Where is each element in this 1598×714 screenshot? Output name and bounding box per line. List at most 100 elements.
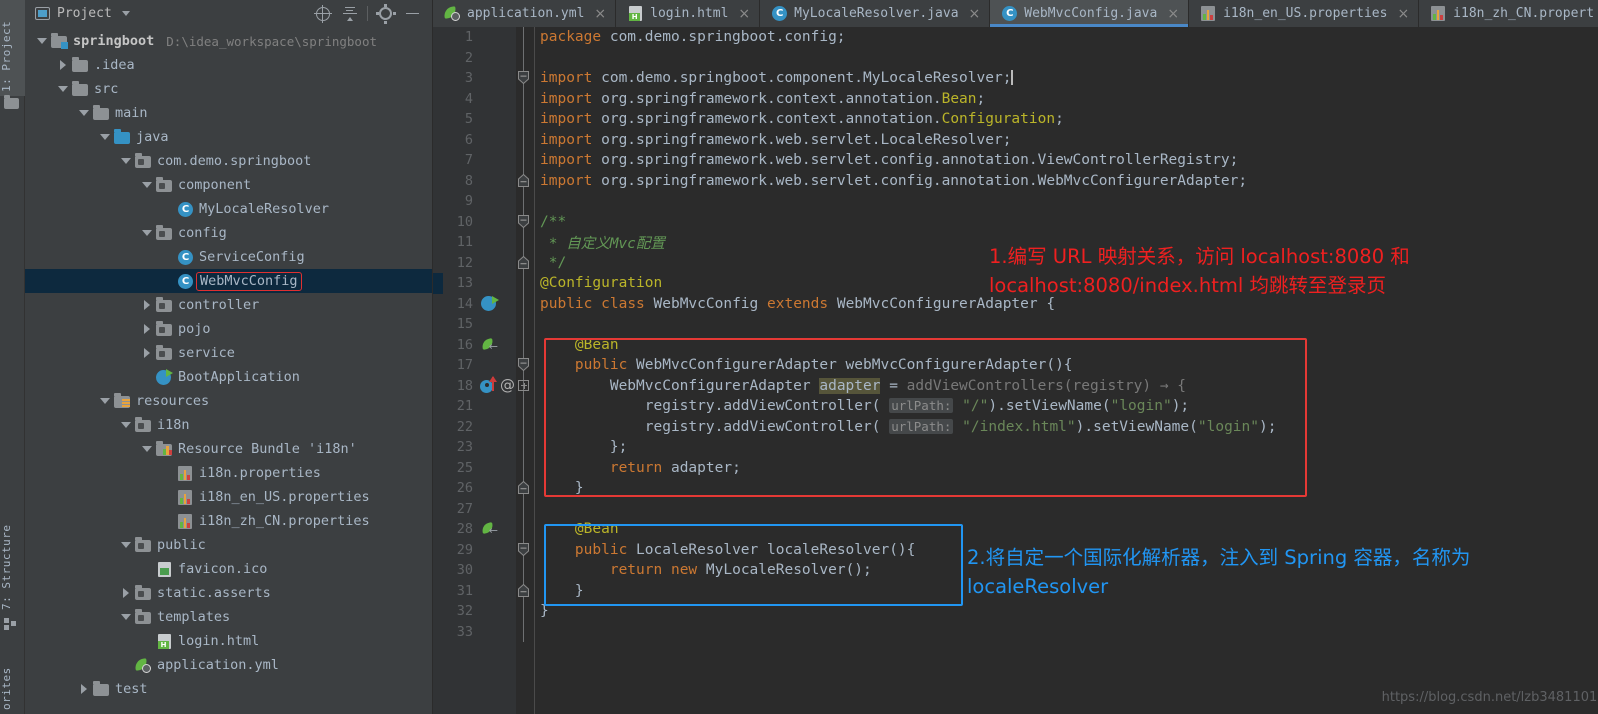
- fold-expand-icon[interactable]: [518, 255, 529, 269]
- tree-node-main[interactable]: main: [25, 101, 432, 125]
- code-line-18[interactable]: 18 @ WebMvcConfigurerAdapter adapter = ad…: [433, 375, 1598, 396]
- tree-node-i18n_zh_cn-properties[interactable]: i18n_zh_CN.properties: [25, 509, 432, 533]
- chevron-down-icon[interactable]: [121, 156, 132, 167]
- project-tree[interactable]: springboot D:\idea_workspace\springboot .i…: [25, 27, 432, 714]
- code-line-26[interactable]: 26 }: [433, 478, 1598, 499]
- editor-tab-bar[interactable]: application.yml × login.html × C MyLocaleReso…: [433, 0, 1598, 27]
- fold-collapse-icon[interactable]: [518, 542, 529, 556]
- chevron-down-icon[interactable]: [121, 11, 130, 16]
- chevron-down-icon[interactable]: [100, 396, 111, 407]
- code-line-4[interactable]: 4 import org.springframework.context.anno…: [433, 88, 1598, 109]
- fold-collapse-icon[interactable]: [518, 214, 529, 228]
- code-line-23[interactable]: 23 };: [433, 437, 1598, 458]
- code-content[interactable]: 1 package com.demo.springboot.config; 2 3 im…: [433, 27, 1598, 714]
- chevron-right-icon[interactable]: [79, 683, 90, 695]
- code-line-6[interactable]: 6 import org.springframework.web.servlet.…: [433, 129, 1598, 150]
- fold-expand-icon[interactable]: [518, 583, 529, 597]
- locate-icon[interactable]: [309, 2, 336, 26]
- tree-node-pojo[interactable]: pojo: [25, 317, 432, 341]
- code-line-15[interactable]: 15: [433, 314, 1598, 335]
- toolwindow-tab-project[interactable]: 1: Project: [0, 0, 25, 96]
- code-line-7[interactable]: 7 import org.springframework.web.servlet.…: [433, 150, 1598, 171]
- chevron-down-icon[interactable]: [142, 228, 153, 239]
- code-line-2[interactable]: 2: [433, 47, 1598, 68]
- tree-node-config[interactable]: config: [25, 221, 432, 245]
- toolwindow-tab-structure[interactable]: 7: Structure: [0, 508, 25, 614]
- chevron-down-icon[interactable]: [142, 180, 153, 191]
- tree-node-component[interactable]: component: [25, 173, 432, 197]
- chevron-right-icon[interactable]: [142, 323, 153, 335]
- chevron-right-icon[interactable]: [58, 59, 69, 71]
- tree-node-src[interactable]: src: [25, 77, 432, 101]
- tree-node-com-demo-springboot[interactable]: com.demo.springboot: [25, 149, 432, 173]
- chevron-down-icon[interactable]: [121, 420, 132, 431]
- tree-node-i18n[interactable]: i18n: [25, 413, 432, 437]
- tree-node-springboot[interactable]: springboot D:\idea_workspace\springboot: [25, 29, 432, 53]
- code-line-32[interactable]: 32}: [433, 601, 1598, 622]
- tree-node-test[interactable]: test: [25, 677, 432, 701]
- chevron-down-icon[interactable]: [79, 108, 90, 119]
- editor-tab-webmvcconfig-java[interactable]: C WebMvcConfig.java ×: [990, 0, 1190, 27]
- toolwindow-tab-favorites[interactable]: orites: [0, 652, 25, 714]
- chevron-right-icon[interactable]: [142, 299, 153, 311]
- tree-node-static-asserts[interactable]: static.asserts: [25, 581, 432, 605]
- tree-node-resources[interactable]: resources: [25, 389, 432, 413]
- tree-node-controller[interactable]: controller: [25, 293, 432, 317]
- implementing-method-icon[interactable]: [489, 375, 497, 391]
- editor-tab-i18n_zh_cn-propert[interactable]: i18n_zh_CN.propert×: [1419, 0, 1598, 27]
- code-line-10[interactable]: 10 /**: [433, 211, 1598, 232]
- editor-tab-login-html[interactable]: login.html ×: [616, 0, 761, 27]
- chevron-down-icon[interactable]: [121, 612, 132, 623]
- bean-gutter-icon[interactable]: ←: [481, 337, 498, 352]
- fold-plus-icon[interactable]: [518, 379, 529, 391]
- chevron-down-icon[interactable]: [100, 132, 111, 143]
- code-line-5[interactable]: 5 import org.springframework.context.anno…: [433, 109, 1598, 130]
- editor-body[interactable]: 1 package com.demo.springboot.config; 2 3 im…: [433, 27, 1598, 714]
- code-line-8[interactable]: 8 import org.springframework.web.servlet.…: [433, 170, 1598, 191]
- code-line-25[interactable]: 25 return adapter;: [433, 457, 1598, 478]
- chevron-down-icon[interactable]: [37, 36, 48, 47]
- tree-node-webmvcconfig[interactable]: C WebMvcConfig: [25, 269, 432, 293]
- code-line-9[interactable]: 9: [433, 191, 1598, 212]
- fold-collapse-icon[interactable]: [518, 358, 529, 371]
- tree-node-bootapplication[interactable]: BootApplication: [25, 365, 432, 389]
- tree-node-favicon-ico[interactable]: favicon.ico: [25, 557, 432, 581]
- fold-expand-icon[interactable]: [518, 173, 529, 187]
- code-line-17[interactable]: 17 public WebMvcConfigurerAdapter webMvc…: [433, 355, 1598, 376]
- tree-node-login-html[interactable]: login.html: [25, 629, 432, 653]
- collapse-all-icon[interactable]: [336, 2, 363, 26]
- code-line-28[interactable]: 28 ← @Bean: [433, 519, 1598, 540]
- close-icon[interactable]: ×: [738, 7, 750, 21]
- close-icon[interactable]: ×: [1167, 7, 1179, 21]
- close-icon[interactable]: ×: [969, 7, 981, 21]
- chevron-down-icon[interactable]: [142, 444, 153, 455]
- hide-icon[interactable]: [399, 2, 426, 26]
- chevron-down-icon[interactable]: [121, 540, 132, 551]
- code-line-33[interactable]: 33: [433, 621, 1598, 642]
- tree-node-public[interactable]: public: [25, 533, 432, 557]
- tree-node-service[interactable]: service: [25, 341, 432, 365]
- tree-node--idea[interactable]: .idea: [25, 53, 432, 77]
- code-line-27[interactable]: 27: [433, 498, 1598, 519]
- fold-collapse-icon[interactable]: [518, 71, 529, 84]
- editor-tab-mylocaleresolver-java[interactable]: C MyLocaleResolver.java ×: [760, 0, 991, 27]
- code-line-3[interactable]: 3 import com.demo.springboot.component.My…: [433, 68, 1598, 89]
- tree-node-resource-bundle-i18n-[interactable]: Resource Bundle 'i18n': [25, 437, 432, 461]
- tree-node-mylocaleresolver[interactable]: C MyLocaleResolver: [25, 197, 432, 221]
- editor-tab-application-yml[interactable]: application.yml ×: [433, 0, 617, 27]
- code-line-16[interactable]: 16 ← @Bean: [433, 334, 1598, 355]
- tree-node-serviceconfig[interactable]: C ServiceConfig: [25, 245, 432, 269]
- project-panel-title-box[interactable]: Project: [35, 6, 130, 21]
- chevron-right-icon[interactable]: [142, 347, 153, 359]
- bean-gutter-icon[interactable]: ←: [481, 522, 498, 536]
- gear-icon[interactable]: [372, 2, 399, 26]
- spring-gutter-icon[interactable]: [481, 295, 499, 311]
- close-icon[interactable]: ×: [1397, 7, 1409, 21]
- chevron-down-icon[interactable]: [58, 84, 69, 95]
- tree-node-application-yml[interactable]: application.yml: [25, 653, 432, 677]
- annotation-gutter-icon[interactable]: @: [500, 377, 515, 393]
- fold-expand-icon[interactable]: [518, 481, 529, 494]
- tree-node-java[interactable]: java: [25, 125, 432, 149]
- editor-tab-i18n_en_us-properties[interactable]: i18n_en_US.properties ×: [1189, 0, 1420, 27]
- code-line-22[interactable]: 22 registry.addViewController( urlPath: …: [433, 416, 1598, 437]
